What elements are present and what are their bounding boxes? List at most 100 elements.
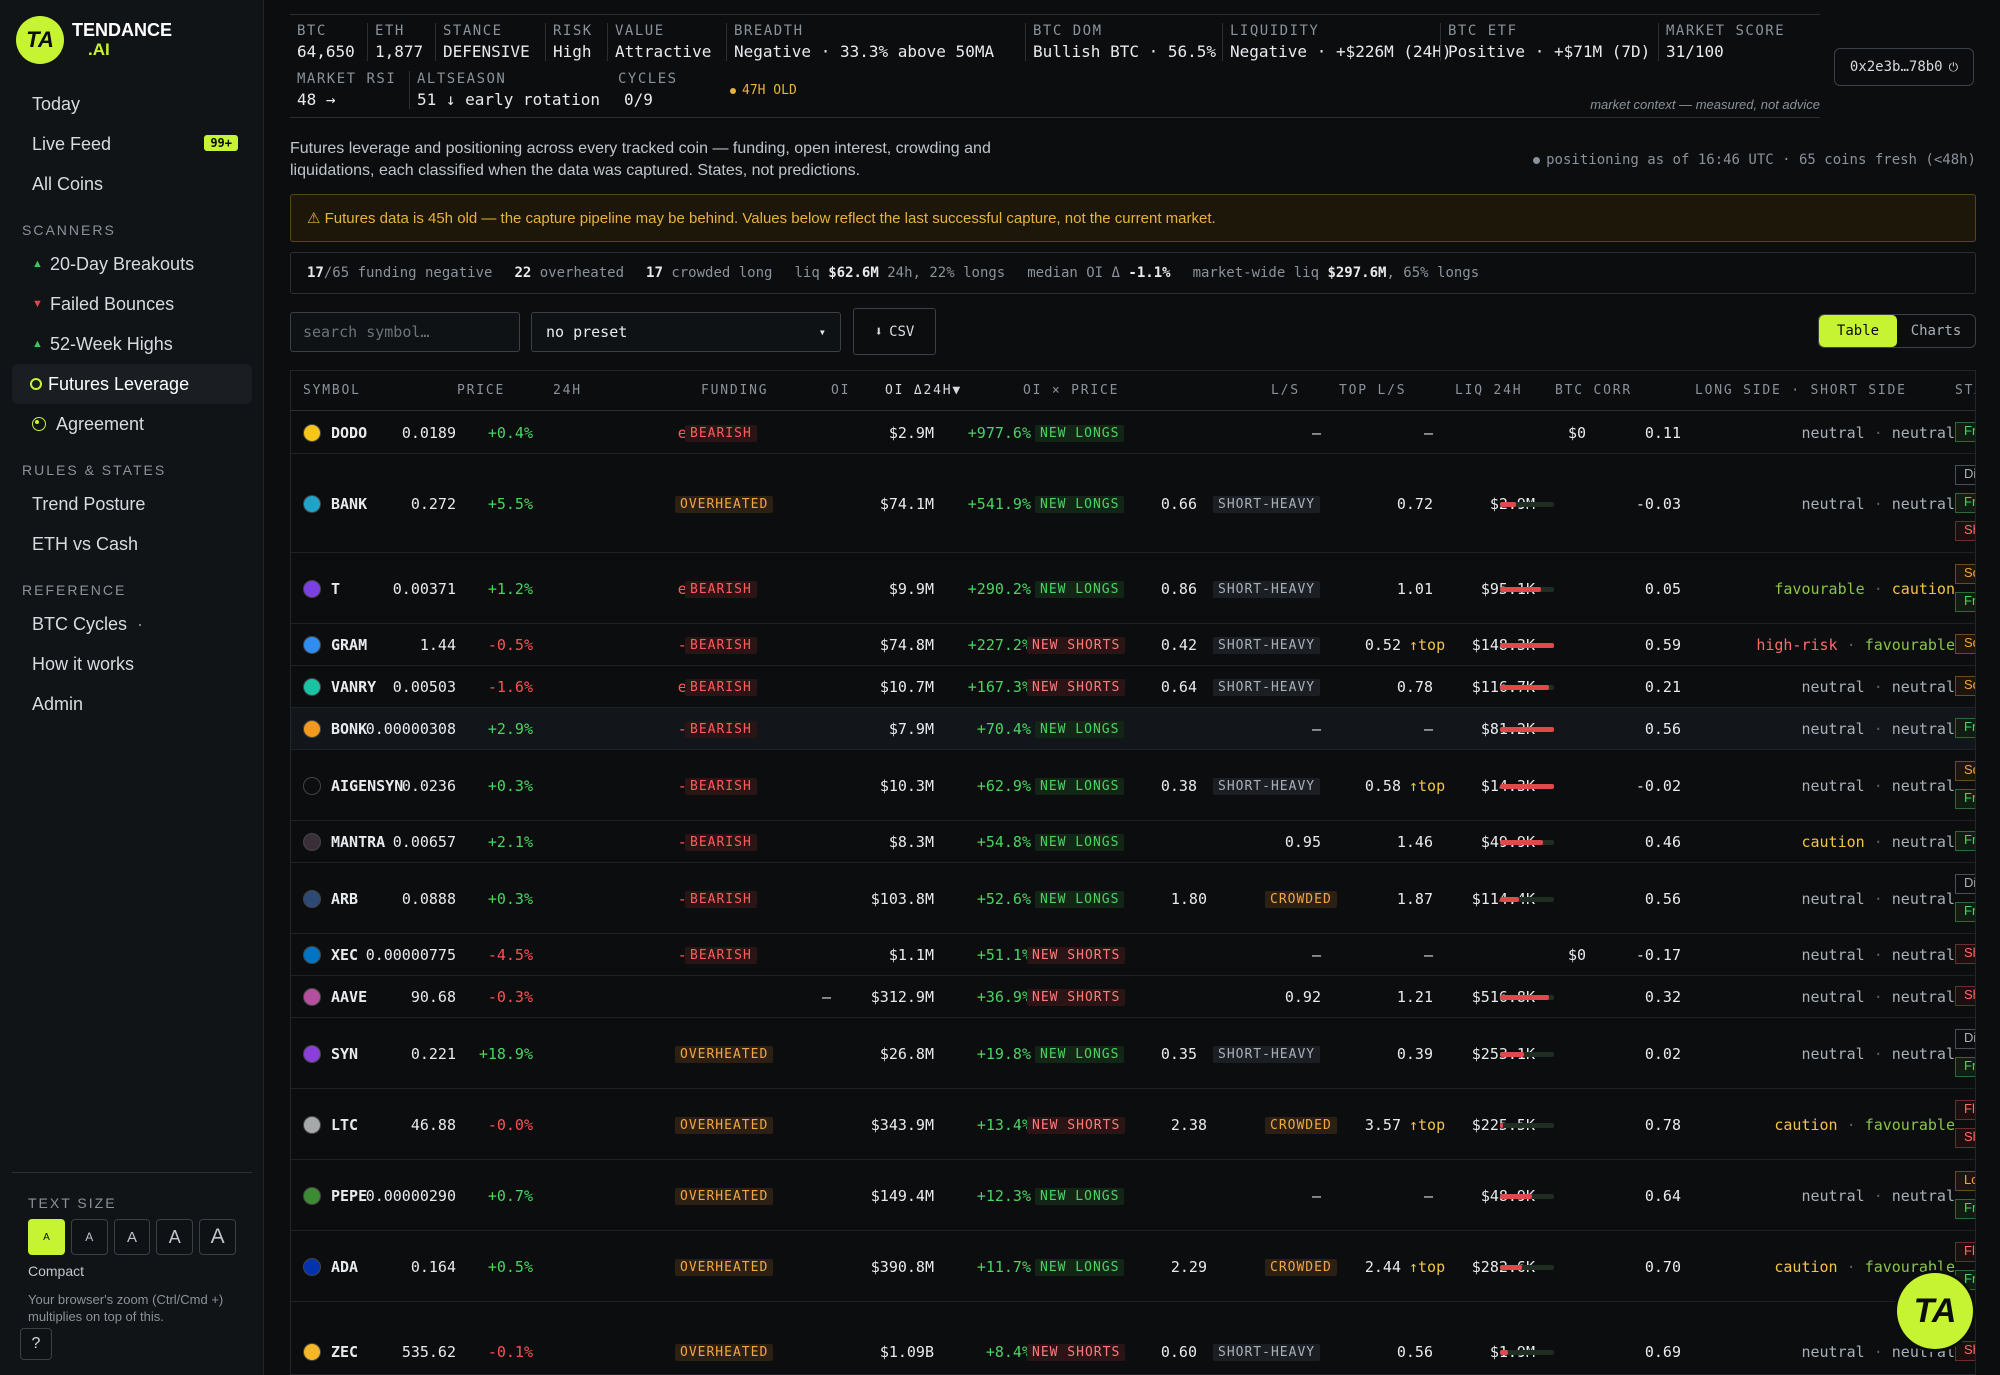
header-oi[interactable]: OI: [831, 383, 850, 398]
brand-logo[interactable]: TA TENDANCE .AI: [16, 16, 172, 64]
state-badge[interactable]: Fresh: [1955, 1199, 1975, 1219]
state-badge[interactable]: Long: [1955, 1171, 1975, 1191]
table-row[interactable]: BANK0.272+5.5%1.400%OVERHEATED$74.1M+541…: [291, 454, 1975, 553]
symbol-cell[interactable]: DODO: [331, 424, 367, 442]
table-row[interactable]: SYN0.221+18.9%0.127%OVERHEATED$26.8M+19.…: [291, 1018, 1975, 1089]
state-badge[interactable]: Squeeze: [1955, 676, 1975, 696]
state-badge[interactable]: Divergence: [1955, 465, 1975, 485]
table-row[interactable]: LTC46.88-0.0%0.439%OVERHEATED$343.9M+13.…: [291, 1089, 1975, 1160]
header-funding[interactable]: FUNDING: [701, 383, 768, 398]
state-badge[interactable]: Short: [1955, 986, 1975, 1006]
state-badge[interactable]: Fresh: [1955, 422, 1975, 442]
text-size-option-4[interactable]: A: [156, 1219, 194, 1255]
symbol-cell[interactable]: AAVE: [331, 988, 367, 1006]
header-price[interactable]: PRICE: [457, 383, 505, 398]
symbol-cell[interactable]: PEPE: [331, 1187, 367, 1205]
table-row[interactable]: XEC0.00000775-4.5%-1.320%BEARISH$1.1M+51…: [291, 934, 1975, 976]
state-badge[interactable]: Divergence: [1955, 1029, 1975, 1049]
table-row[interactable]: VANRY0.00503-1.6%extremeBEARISH$10.7M+16…: [291, 666, 1975, 708]
symbol-cell[interactable]: VANRY: [331, 678, 376, 696]
text-size-option-2[interactable]: A: [70, 1219, 108, 1255]
sidebar-item-futures-leverage[interactable]: Futures Leverage: [12, 364, 252, 404]
sidebar-item-trend-posture[interactable]: Trend Posture: [0, 484, 264, 524]
state-badge[interactable]: Fresh: [1955, 1057, 1975, 1077]
state-badge[interactable]: Fresh: [1955, 902, 1975, 922]
symbol-cell[interactable]: SYN: [331, 1045, 358, 1063]
sidebar-item-agreement[interactable]: Agreement: [0, 404, 264, 444]
tab-charts[interactable]: Charts: [1897, 315, 1975, 347]
symbol-cell[interactable]: XEC: [331, 946, 358, 964]
table-row[interactable]: AAVE 90.68 -0.3% — $312.9M +36.9% NEW SHORTS 0.…: [291, 976, 1975, 1018]
state-badge[interactable]: Short: [1955, 521, 1975, 541]
help-button[interactable]: ?: [20, 1328, 52, 1360]
header-ls[interactable]: L/S: [1271, 383, 1300, 398]
state-badge[interactable]: Flush: [1955, 1100, 1975, 1120]
state-badge[interactable]: Squeeze: [1955, 564, 1975, 584]
sidebar-item-how-it-works[interactable]: How it works: [0, 644, 264, 684]
header-liq[interactable]: LIQ 24H: [1455, 383, 1522, 398]
state-badge[interactable]: Divergence: [1955, 874, 1975, 894]
symbol-cell[interactable]: BONK: [331, 720, 367, 738]
state-badge[interactable]: Fresh: [1955, 831, 1975, 851]
sidebar-item-52-week-highs[interactable]: ▲ 52-Week Highs: [0, 324, 264, 364]
symbol-cell[interactable]: LTC: [331, 1116, 358, 1134]
sidebar-item-20-day-breakouts[interactable]: ▲ 20-Day Breakouts: [0, 244, 264, 284]
symbol-cell[interactable]: ARB: [331, 890, 358, 908]
header-oi-delta[interactable]: OI Δ24H▼: [885, 383, 962, 398]
header-state[interactable]: STAT: [1955, 383, 1975, 398]
header-24h[interactable]: 24H: [553, 383, 582, 398]
sidebar-item-btc-cycles[interactable]: BTC Cycles ·: [0, 604, 264, 644]
table-row[interactable]: T0.00371+1.2%extremeBEARISH$9.9M+290.2%N…: [291, 553, 1975, 624]
header-symbol[interactable]: SYMBOL: [303, 383, 361, 398]
state-badge[interactable]: Fresh: [1955, 493, 1975, 513]
download-icon: ⬇: [874, 323, 884, 340]
table-row[interactable]: ADA0.164+0.5%0.139%OVERHEATED$390.8M+11.…: [291, 1231, 1975, 1302]
sidebar-item-failed-bounces[interactable]: ▼ Failed Bounces: [0, 284, 264, 324]
table-row[interactable]: MANTRA0.00657+2.1%-1.838%BEARISH$8.3M+54…: [291, 821, 1975, 863]
symbol-cell[interactable]: ZEC: [331, 1343, 358, 1361]
assistant-fab-button[interactable]: TA: [1897, 1273, 1973, 1349]
symbol-cell[interactable]: AIGENSYN: [331, 777, 403, 795]
header-top-ls[interactable]: TOP L/S: [1339, 383, 1406, 398]
symbol-cell[interactable]: ADA: [331, 1258, 358, 1276]
symbol-cell[interactable]: MANTRA: [331, 833, 385, 851]
search-input[interactable]: [290, 312, 520, 352]
short-side-value: neutral: [1891, 424, 1955, 442]
sidebar-item-eth-vs-cash[interactable]: ETH vs Cash: [0, 524, 264, 564]
state-badge[interactable]: Short: [1955, 944, 1975, 964]
preset-select[interactable]: no preset ▾: [531, 312, 841, 352]
text-size-option-5[interactable]: A: [199, 1219, 236, 1255]
symbol-cell[interactable]: T: [331, 580, 340, 598]
csv-download-button[interactable]: ⬇ CSV: [853, 308, 936, 355]
sidebar-item-live-feed[interactable]: Live Feed 99+: [0, 124, 264, 164]
sidebar-item-today[interactable]: Today: [0, 84, 264, 124]
table-row[interactable]: GRAM1.44-0.5%-0.528%BEARISH$74.8M+227.2%…: [291, 624, 1975, 666]
wallet-button[interactable]: 0x2e3b…78b0 ⏻: [1834, 48, 1974, 86]
sidebar-item-all-coins[interactable]: All Coins: [0, 164, 264, 204]
state-badge[interactable]: Fresh: [1955, 718, 1975, 738]
symbol-cell[interactable]: BANK: [331, 495, 367, 513]
sidebar-item-admin[interactable]: Admin: [0, 684, 264, 724]
table-row[interactable]: PEPE0.00000290+0.7%0.334%OVERHEATED$149.…: [291, 1160, 1975, 1231]
ls-tag: SHORT-HEAVY: [1213, 494, 1321, 513]
state-badge[interactable]: Fresh: [1955, 592, 1975, 612]
table-row[interactable]: BONK0.00000308+2.9%-1.546%BEARISH$7.9M+7…: [291, 708, 1975, 750]
text-size-option-3[interactable]: A: [113, 1219, 151, 1255]
table-row[interactable]: DODO0.0189+0.4%extremeBEARISH$2.9M+977.6…: [291, 412, 1975, 454]
state-badge[interactable]: Fresh: [1955, 789, 1975, 809]
header-oi-price[interactable]: OI × PRICE: [1023, 383, 1119, 398]
table-row[interactable]: ZEC535.62-0.1%0.771%OVERHEATED$1.09B+8.4…: [291, 1302, 1975, 1374]
state-badge[interactable]: Short: [1955, 1128, 1975, 1148]
text-size-option-1[interactable]: A: [28, 1219, 65, 1255]
header-btc-corr[interactable]: BTC CORR: [1555, 383, 1632, 398]
state-badge[interactable]: Squeeze: [1955, 761, 1975, 781]
table-row[interactable]: AIGENSYN0.0236+0.3%-1.480%BEARISH$10.3M+…: [291, 750, 1975, 821]
top-ls-flag: ↑top: [1409, 636, 1446, 654]
symbol-cell[interactable]: GRAM: [331, 636, 367, 654]
state-badge[interactable]: Squeeze: [1955, 634, 1975, 654]
tab-table[interactable]: Table: [1819, 315, 1897, 347]
table-row[interactable]: ARB0.0888+0.3%-0.915%BEARISH$103.8M+52.6…: [291, 863, 1975, 934]
state-badge[interactable]: Short: [1955, 1341, 1975, 1361]
state-badge[interactable]: Flush: [1955, 1242, 1975, 1262]
oi-price-cell: NEW LONGS: [1035, 1044, 1125, 1063]
